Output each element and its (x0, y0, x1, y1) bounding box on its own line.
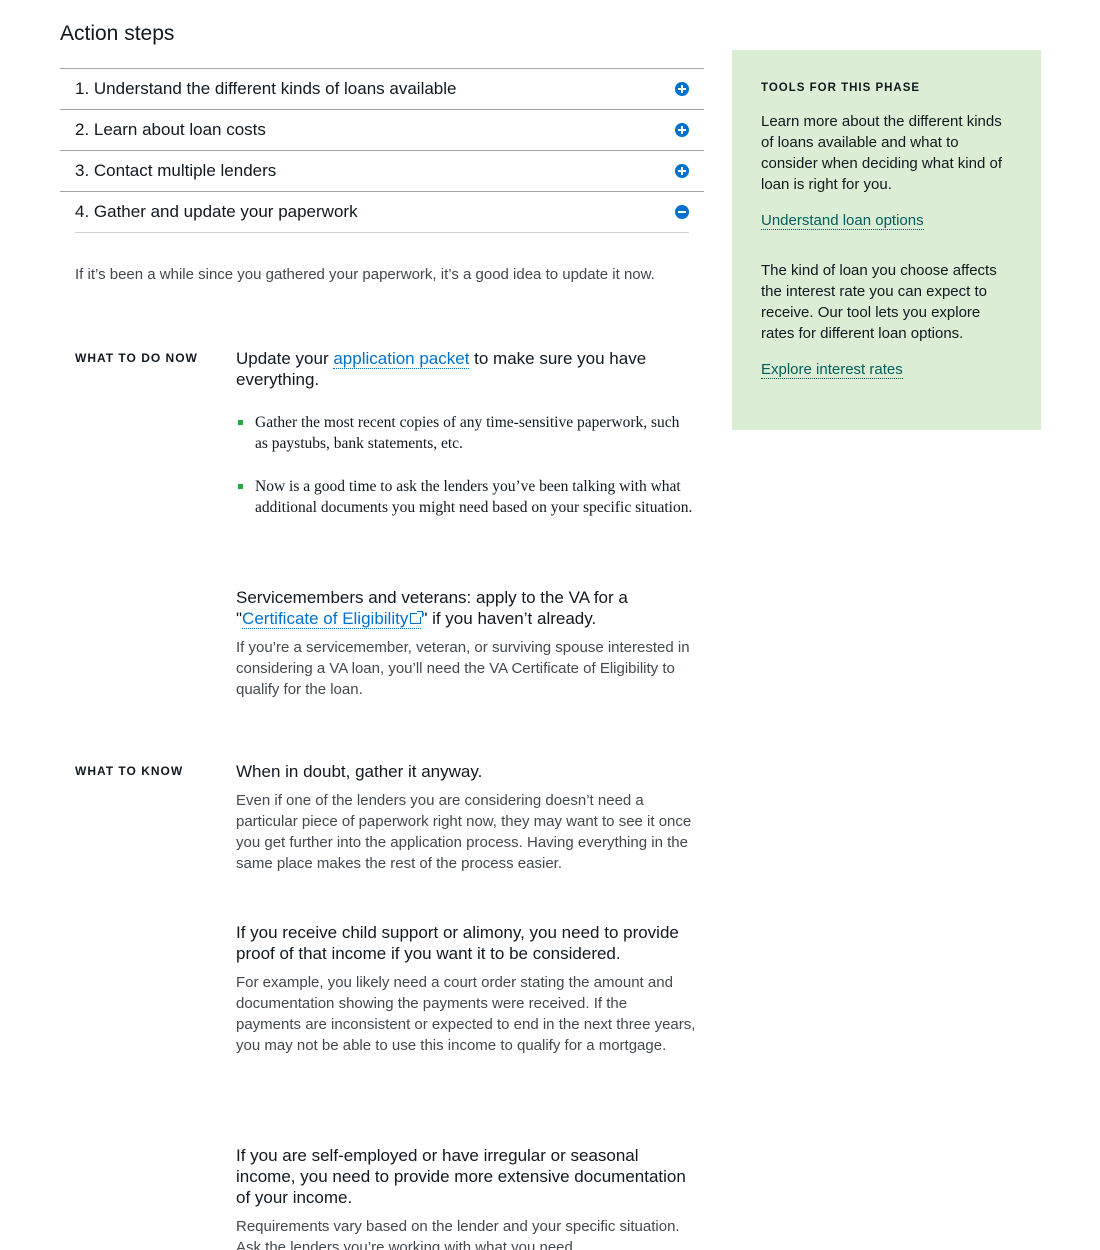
certificate-of-eligibility-link[interactable]: Certificate of Eligibility (242, 609, 424, 629)
accordion-item-label: 1. Understand the different kinds of loa… (75, 79, 457, 98)
expanded-intro: If it’s been a while since you gathered … (75, 266, 655, 283)
what-to-know-label: WHAT TO KNOW (75, 764, 184, 778)
bullet-item: Gather the most recent copies of any tim… (236, 412, 696, 454)
tools-sidebar: TOOLS FOR THIS PHASE Learn more about th… (732, 50, 1041, 430)
what-to-know-item: If you receive child support or alimony,… (236, 922, 696, 1056)
sidebar-text: The kind of loan you choose affects the … (761, 262, 997, 342)
what-to-do-now-item-2: Servicemembers and veterans: apply to th… (236, 587, 696, 700)
minus-circle-icon[interactable] (675, 205, 689, 219)
item-body: Requirements vary based on the lender an… (236, 1218, 680, 1250)
plus-circle-icon[interactable] (675, 164, 689, 178)
item-body: If you’re a servicemember, veteran, or s… (236, 639, 690, 698)
item-heading: Servicemembers and veterans: apply to th… (236, 587, 696, 629)
accordion-item-contact-lenders[interactable]: 3. Contact multiple lenders (60, 150, 704, 191)
what-to-know-item: If you are self-employed or have irregul… (236, 1145, 696, 1250)
what-to-know-item: When in doubt, gather it anyway. Even if… (236, 761, 696, 874)
accordion-item-understand-loans[interactable]: 1. Understand the different kinds of loa… (60, 68, 704, 109)
explore-interest-rates-link[interactable]: Explore interest rates (761, 361, 903, 379)
understand-loan-options-link[interactable]: Understand loan options (761, 212, 924, 230)
external-link-icon (410, 611, 424, 624)
item-heading: Update your application packet to make s… (236, 348, 696, 390)
sidebar-heading: TOOLS FOR THIS PHASE (761, 82, 921, 94)
heading-text: " if you haven’t already. (421, 609, 597, 628)
accordion-item-label: 2. Learn about loan costs (75, 120, 266, 139)
heading-text: Update your (236, 349, 334, 368)
item-heading: If you receive child support or alimony,… (236, 923, 679, 963)
plus-circle-icon[interactable] (675, 82, 689, 96)
action-steps-accordion: 1. Understand the different kinds of loa… (60, 68, 704, 233)
what-to-do-now-item-1: Update your application packet to make s… (236, 348, 696, 540)
accordion-item-label: 3. Contact multiple lenders (75, 161, 277, 180)
page-title: Action steps (60, 22, 175, 45)
bullet-item: Now is a good time to ask the lenders yo… (236, 476, 696, 518)
application-packet-link[interactable]: application packet (333, 349, 470, 369)
what-to-do-now-label: WHAT TO DO NOW (75, 351, 198, 365)
sidebar-text: Learn more about the different kinds of … (761, 113, 1002, 193)
accordion-divider (75, 232, 689, 233)
sidebar-tool-group: The kind of loan you choose affects the … (761, 260, 1012, 379)
sidebar-tool-group: Learn more about the different kinds of … (761, 111, 1012, 230)
item-heading: When in doubt, gather it anyway. (236, 762, 483, 781)
bullet-list: Gather the most recent copies of any tim… (236, 412, 696, 518)
link-text: Certificate of Eligibility (242, 609, 409, 628)
item-heading: If you are self-employed or have irregul… (236, 1146, 686, 1207)
item-body: Even if one of the lenders you are consi… (236, 792, 692, 872)
accordion-item-loan-costs[interactable]: 2. Learn about loan costs (60, 109, 704, 150)
item-body: For example, you likely need a court ord… (236, 974, 696, 1054)
accordion-item-gather-paperwork[interactable]: 4. Gather and update your paperwork (60, 191, 704, 232)
plus-circle-icon[interactable] (675, 123, 689, 137)
accordion-item-label: 4. Gather and update your paperwork (75, 202, 358, 221)
